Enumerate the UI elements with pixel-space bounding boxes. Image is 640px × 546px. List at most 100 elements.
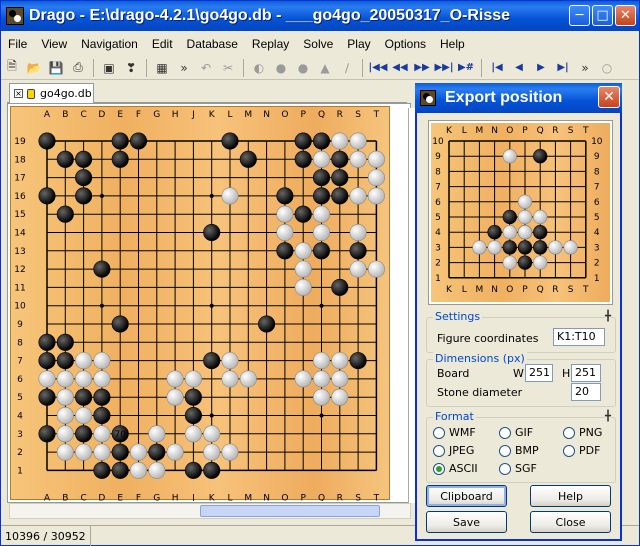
menu-database[interactable]: Database (180, 37, 245, 51)
dialog-close-icon[interactable]: ✕ (598, 86, 620, 108)
tools-icon[interactable]: ❣ (121, 58, 141, 78)
stone-grey-icon[interactable]: ● (271, 58, 291, 78)
format-bmp-radio[interactable]: BMP (499, 444, 539, 457)
tab-go4go-db[interactable]: × go4go.db (9, 83, 94, 103)
radio-sgf[interactable] (499, 462, 511, 475)
format-jpeg-radio[interactable]: JPEG (433, 444, 474, 457)
toolbar-separator (243, 58, 244, 77)
go-board-svg[interactable]: AABBCCDDEEFFGGHHJJKKLLMMNNOOPPQQRRSSTT19… (11, 107, 409, 503)
go-board[interactable]: A A B B C C D D E E F F G G H H J J K K L L M M N N O O P P Q Q R R S S T T 19… (10, 106, 409, 503)
figure-coordinates-field[interactable]: K1:T10 (553, 328, 605, 346)
close-button[interactable]: Close (530, 511, 611, 533)
tab-bar: × go4go.db (7, 83, 407, 103)
export-image-icon[interactable]: ▣ (99, 58, 119, 78)
black-stone (93, 406, 111, 425)
radio-pdf[interactable] (563, 444, 575, 457)
stone-diameter-field[interactable]: 20 (571, 383, 601, 401)
save-disk-icon[interactable]: 💾 (46, 58, 66, 78)
open-folder-icon[interactable]: 📂 (24, 58, 44, 78)
format-wmf-label: WMF (449, 426, 476, 439)
radio-bmp[interactable] (499, 444, 511, 457)
menu-play[interactable]: Play (340, 37, 377, 51)
black-stone (38, 425, 56, 443)
white-stone (75, 352, 93, 370)
row-label: 9 (435, 152, 441, 162)
goto-move-icon[interactable]: ▶# (456, 58, 476, 78)
column-label: J (191, 110, 195, 120)
board-width-field[interactable]: 251 (525, 364, 553, 382)
radio-wmf[interactable] (433, 426, 445, 439)
horizontal-scrollbar[interactable] (9, 503, 411, 519)
white-stone (56, 425, 74, 443)
menu-edit[interactable]: Edit (145, 37, 180, 51)
cut-icon[interactable]: ✂ (218, 58, 238, 78)
title-bar[interactable]: Drago - E:\drago-4.2.1\go4go.db - ___go4… (1, 1, 639, 31)
end-icon[interactable]: ▶| (553, 58, 573, 78)
white-stone (93, 425, 111, 443)
pin-icon[interactable]: ╋ (604, 411, 611, 422)
print-icon[interactable]: ⎙ (68, 58, 88, 78)
column-label: G (153, 110, 160, 120)
white-stone (239, 370, 257, 388)
menu-file[interactable]: File (1, 37, 34, 51)
white-stone (533, 209, 548, 225)
stone-toolbar-icon[interactable]: ○ (597, 58, 617, 78)
menu-solve[interactable]: Solve (296, 37, 340, 51)
menu-navigation[interactable]: Navigation (74, 37, 145, 51)
row-label: 3 (435, 243, 441, 253)
more-tools-icon[interactable]: » (174, 58, 194, 78)
maximize-button[interactable]: □ (592, 5, 613, 26)
menu-options[interactable]: Options (378, 37, 433, 51)
menu-view[interactable]: View (34, 37, 74, 51)
white-stone (367, 187, 385, 205)
format-sgf-radio[interactable]: SGF (499, 462, 537, 475)
triangle-mark-icon[interactable]: ▲ (315, 58, 335, 78)
format-title: Format (433, 410, 476, 423)
format-wmf-radio[interactable]: WMF (433, 426, 476, 439)
first-move-icon[interactable]: |◀◀ (368, 58, 388, 78)
black-stone (75, 169, 93, 187)
white-stone (184, 425, 202, 443)
column-label: K (209, 110, 216, 120)
column-label: N (491, 285, 498, 295)
scrollbar-thumb[interactable] (200, 505, 380, 517)
menu-help[interactable]: Help (433, 37, 472, 51)
stone-half-icon[interactable]: ◐ (249, 58, 269, 78)
close-window-button[interactable]: ✕ (615, 5, 636, 26)
radio-ascii[interactable] (433, 462, 445, 475)
dimensions-title: Dimensions (px) (433, 352, 527, 365)
column-label: F (136, 493, 141, 501)
line-tool-icon[interactable]: ∕ (337, 58, 357, 78)
new-file-icon[interactable]: 🗎 (2, 58, 22, 78)
next-move-icon[interactable]: ▶ (531, 58, 551, 78)
last-move-icon[interactable]: ▶▶| (434, 58, 454, 78)
tab-close-icon[interactable]: × (14, 89, 23, 98)
help-button[interactable]: Help (530, 485, 611, 507)
previous-move-icon[interactable]: ◀ (509, 58, 529, 78)
start-icon[interactable]: |◀ (487, 58, 507, 78)
minimize-button[interactable]: ─ (569, 5, 590, 26)
dialog-title-bar[interactable]: Export position ✕ (415, 83, 622, 113)
black-stone (349, 352, 367, 370)
menu-replay[interactable]: Replay (245, 37, 296, 51)
format-ascii-radio[interactable]: ASCII (433, 462, 478, 475)
format-png-radio[interactable]: PNG (563, 426, 602, 439)
white-stone (129, 443, 148, 461)
white-stone (312, 370, 331, 388)
radio-png[interactable] (563, 426, 575, 439)
radio-gif[interactable] (499, 426, 511, 439)
stone-grey2-icon[interactable]: ● (293, 58, 313, 78)
format-gif-radio[interactable]: GIF (499, 426, 533, 439)
format-pdf-radio[interactable]: PDF (563, 444, 600, 457)
fast-back-icon[interactable]: ◀◀ (390, 58, 410, 78)
clipboard-button[interactable]: Clipboard (426, 485, 507, 507)
radio-jpeg[interactable] (433, 444, 445, 457)
format-png-label: PNG (579, 426, 603, 439)
board-height-field[interactable]: 251 (571, 364, 601, 382)
more-nav-icon[interactable]: » (575, 58, 595, 78)
save-button[interactable]: Save (426, 511, 507, 533)
grid-icon[interactable]: ▦ (152, 58, 172, 78)
undo-icon[interactable]: ↶ (196, 58, 216, 78)
fast-forward-icon[interactable]: ▶▶ (412, 58, 432, 78)
pin-icon[interactable]: ╋ (604, 311, 611, 322)
